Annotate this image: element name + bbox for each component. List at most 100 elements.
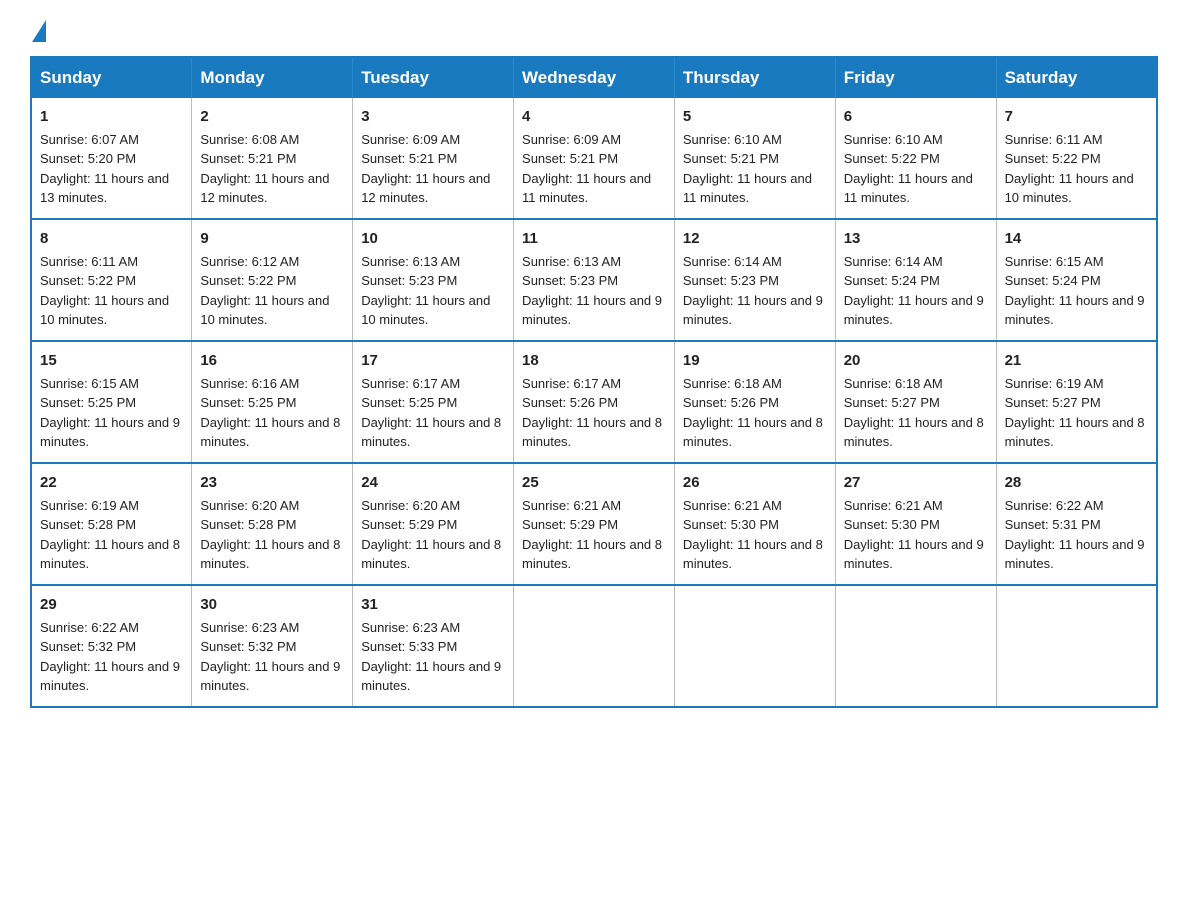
day-header-thursday: Thursday (674, 57, 835, 98)
day-info: Sunrise: 6:23 AMSunset: 5:32 PMDaylight:… (200, 620, 340, 694)
calendar-cell: 9 Sunrise: 6:12 AMSunset: 5:22 PMDayligh… (192, 219, 353, 341)
calendar-cell: 1 Sunrise: 6:07 AMSunset: 5:20 PMDayligh… (31, 98, 192, 219)
calendar-week-4: 22 Sunrise: 6:19 AMSunset: 5:28 PMDaylig… (31, 463, 1157, 585)
day-info: Sunrise: 6:11 AMSunset: 5:22 PMDaylight:… (40, 254, 169, 328)
day-number: 19 (683, 350, 827, 372)
day-number: 5 (683, 106, 827, 128)
calendar-cell: 28 Sunrise: 6:22 AMSunset: 5:31 PMDaylig… (996, 463, 1157, 585)
day-info: Sunrise: 6:11 AMSunset: 5:22 PMDaylight:… (1005, 132, 1134, 206)
calendar-cell: 22 Sunrise: 6:19 AMSunset: 5:28 PMDaylig… (31, 463, 192, 585)
calendar-cell: 15 Sunrise: 6:15 AMSunset: 5:25 PMDaylig… (31, 341, 192, 463)
day-info: Sunrise: 6:22 AMSunset: 5:31 PMDaylight:… (1005, 498, 1145, 572)
calendar-cell (835, 585, 996, 707)
day-number: 30 (200, 594, 344, 616)
calendar-cell: 30 Sunrise: 6:23 AMSunset: 5:32 PMDaylig… (192, 585, 353, 707)
day-number: 23 (200, 472, 344, 494)
calendar-cell (674, 585, 835, 707)
day-number: 12 (683, 228, 827, 250)
calendar-cell: 5 Sunrise: 6:10 AMSunset: 5:21 PMDayligh… (674, 98, 835, 219)
day-number: 15 (40, 350, 183, 372)
day-info: Sunrise: 6:13 AMSunset: 5:23 PMDaylight:… (361, 254, 490, 328)
day-info: Sunrise: 6:21 AMSunset: 5:29 PMDaylight:… (522, 498, 662, 572)
day-info: Sunrise: 6:10 AMSunset: 5:21 PMDaylight:… (683, 132, 812, 206)
calendar-week-2: 8 Sunrise: 6:11 AMSunset: 5:22 PMDayligh… (31, 219, 1157, 341)
day-number: 20 (844, 350, 988, 372)
day-info: Sunrise: 6:12 AMSunset: 5:22 PMDaylight:… (200, 254, 329, 328)
day-number: 17 (361, 350, 505, 372)
day-number: 27 (844, 472, 988, 494)
day-header-wednesday: Wednesday (514, 57, 675, 98)
calendar-cell (996, 585, 1157, 707)
day-info: Sunrise: 6:19 AMSunset: 5:28 PMDaylight:… (40, 498, 180, 572)
day-number: 16 (200, 350, 344, 372)
day-number: 29 (40, 594, 183, 616)
calendar-week-1: 1 Sunrise: 6:07 AMSunset: 5:20 PMDayligh… (31, 98, 1157, 219)
calendar-cell: 13 Sunrise: 6:14 AMSunset: 5:24 PMDaylig… (835, 219, 996, 341)
day-number: 9 (200, 228, 344, 250)
day-info: Sunrise: 6:23 AMSunset: 5:33 PMDaylight:… (361, 620, 501, 694)
calendar-cell: 20 Sunrise: 6:18 AMSunset: 5:27 PMDaylig… (835, 341, 996, 463)
day-info: Sunrise: 6:09 AMSunset: 5:21 PMDaylight:… (361, 132, 490, 206)
calendar-cell: 17 Sunrise: 6:17 AMSunset: 5:25 PMDaylig… (353, 341, 514, 463)
calendar-table: SundayMondayTuesdayWednesdayThursdayFrid… (30, 56, 1158, 708)
calendar-cell: 6 Sunrise: 6:10 AMSunset: 5:22 PMDayligh… (835, 98, 996, 219)
calendar-cell: 11 Sunrise: 6:13 AMSunset: 5:23 PMDaylig… (514, 219, 675, 341)
calendar-cell: 18 Sunrise: 6:17 AMSunset: 5:26 PMDaylig… (514, 341, 675, 463)
calendar-cell (514, 585, 675, 707)
calendar-cell: 3 Sunrise: 6:09 AMSunset: 5:21 PMDayligh… (353, 98, 514, 219)
day-number: 1 (40, 106, 183, 128)
day-info: Sunrise: 6:14 AMSunset: 5:23 PMDaylight:… (683, 254, 823, 328)
day-info: Sunrise: 6:21 AMSunset: 5:30 PMDaylight:… (844, 498, 984, 572)
calendar-week-3: 15 Sunrise: 6:15 AMSunset: 5:25 PMDaylig… (31, 341, 1157, 463)
day-number: 8 (40, 228, 183, 250)
day-header-tuesday: Tuesday (353, 57, 514, 98)
day-number: 24 (361, 472, 505, 494)
day-info: Sunrise: 6:18 AMSunset: 5:26 PMDaylight:… (683, 376, 823, 450)
day-info: Sunrise: 6:09 AMSunset: 5:21 PMDaylight:… (522, 132, 651, 206)
day-info: Sunrise: 6:10 AMSunset: 5:22 PMDaylight:… (844, 132, 973, 206)
day-header-friday: Friday (835, 57, 996, 98)
calendar-cell: 21 Sunrise: 6:19 AMSunset: 5:27 PMDaylig… (996, 341, 1157, 463)
calendar-cell: 25 Sunrise: 6:21 AMSunset: 5:29 PMDaylig… (514, 463, 675, 585)
day-info: Sunrise: 6:07 AMSunset: 5:20 PMDaylight:… (40, 132, 169, 206)
day-info: Sunrise: 6:21 AMSunset: 5:30 PMDaylight:… (683, 498, 823, 572)
calendar-cell: 14 Sunrise: 6:15 AMSunset: 5:24 PMDaylig… (996, 219, 1157, 341)
day-info: Sunrise: 6:14 AMSunset: 5:24 PMDaylight:… (844, 254, 984, 328)
calendar-cell: 19 Sunrise: 6:18 AMSunset: 5:26 PMDaylig… (674, 341, 835, 463)
day-info: Sunrise: 6:16 AMSunset: 5:25 PMDaylight:… (200, 376, 340, 450)
day-number: 6 (844, 106, 988, 128)
calendar-cell: 2 Sunrise: 6:08 AMSunset: 5:21 PMDayligh… (192, 98, 353, 219)
calendar-body: 1 Sunrise: 6:07 AMSunset: 5:20 PMDayligh… (31, 98, 1157, 707)
logo (30, 20, 48, 40)
calendar-cell: 27 Sunrise: 6:21 AMSunset: 5:30 PMDaylig… (835, 463, 996, 585)
day-info: Sunrise: 6:15 AMSunset: 5:24 PMDaylight:… (1005, 254, 1145, 328)
day-number: 4 (522, 106, 666, 128)
calendar-cell: 24 Sunrise: 6:20 AMSunset: 5:29 PMDaylig… (353, 463, 514, 585)
calendar-cell: 31 Sunrise: 6:23 AMSunset: 5:33 PMDaylig… (353, 585, 514, 707)
calendar-cell: 12 Sunrise: 6:14 AMSunset: 5:23 PMDaylig… (674, 219, 835, 341)
calendar-cell: 8 Sunrise: 6:11 AMSunset: 5:22 PMDayligh… (31, 219, 192, 341)
day-info: Sunrise: 6:20 AMSunset: 5:29 PMDaylight:… (361, 498, 501, 572)
day-info: Sunrise: 6:20 AMSunset: 5:28 PMDaylight:… (200, 498, 340, 572)
day-info: Sunrise: 6:22 AMSunset: 5:32 PMDaylight:… (40, 620, 180, 694)
day-info: Sunrise: 6:08 AMSunset: 5:21 PMDaylight:… (200, 132, 329, 206)
calendar-cell: 7 Sunrise: 6:11 AMSunset: 5:22 PMDayligh… (996, 98, 1157, 219)
day-number: 18 (522, 350, 666, 372)
day-number: 11 (522, 228, 666, 250)
logo-triangle-icon (32, 20, 46, 42)
calendar-cell: 10 Sunrise: 6:13 AMSunset: 5:23 PMDaylig… (353, 219, 514, 341)
calendar-cell: 23 Sunrise: 6:20 AMSunset: 5:28 PMDaylig… (192, 463, 353, 585)
calendar-cell: 29 Sunrise: 6:22 AMSunset: 5:32 PMDaylig… (31, 585, 192, 707)
day-number: 2 (200, 106, 344, 128)
day-number: 22 (40, 472, 183, 494)
day-number: 7 (1005, 106, 1148, 128)
day-number: 3 (361, 106, 505, 128)
page-header (30, 20, 1158, 40)
calendar-cell: 4 Sunrise: 6:09 AMSunset: 5:21 PMDayligh… (514, 98, 675, 219)
day-number: 13 (844, 228, 988, 250)
day-info: Sunrise: 6:15 AMSunset: 5:25 PMDaylight:… (40, 376, 180, 450)
calendar-cell: 16 Sunrise: 6:16 AMSunset: 5:25 PMDaylig… (192, 341, 353, 463)
day-number: 10 (361, 228, 505, 250)
day-header-saturday: Saturday (996, 57, 1157, 98)
calendar-header: SundayMondayTuesdayWednesdayThursdayFrid… (31, 57, 1157, 98)
